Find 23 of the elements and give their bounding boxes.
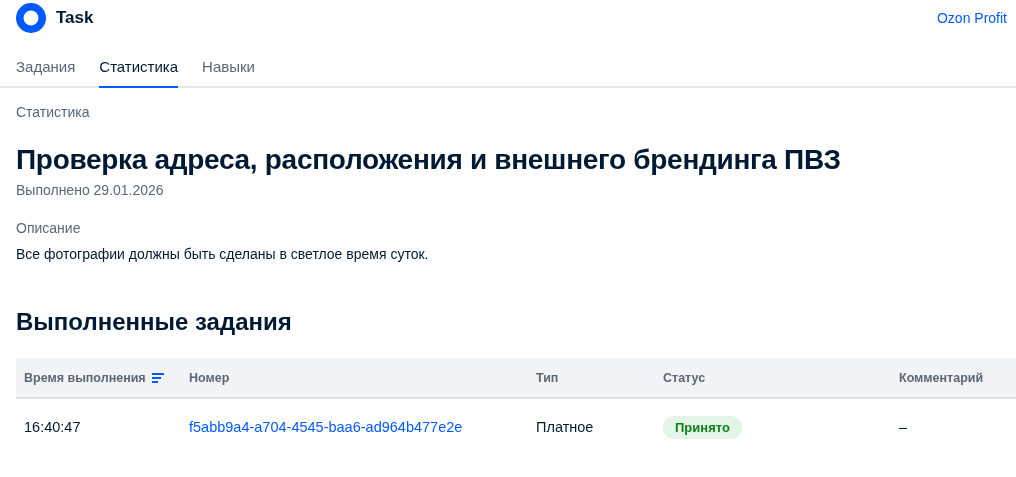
breadcrumb: Статистика (16, 104, 91, 120)
column-header: Статус (663, 370, 706, 385)
comment-cell: – (899, 419, 908, 435)
column-header: Номер (189, 370, 230, 385)
section-title: Выполненные задания (16, 308, 293, 336)
description-text: Все фотографии должны быть сделаны в светлое время суток. (16, 246, 430, 262)
logo-icon (16, 3, 46, 33)
nav-tab[interactable]: Задания (16, 48, 76, 88)
sort-icon[interactable] (151, 372, 164, 383)
nav-tab[interactable]: Навыки (202, 48, 255, 88)
column-header: Время выполнения (24, 370, 146, 385)
column-header: Тип (536, 370, 559, 385)
time-cell: 16:40:47 (24, 419, 81, 435)
profit-link[interactable]: Ozon Profit (936, 10, 1007, 26)
task-number-link[interactable]: f5abb9a4-a704-4545-baa6-ad964b477e2e (189, 419, 463, 435)
completed-date: Выполнено 29.01.2026 (16, 182, 165, 198)
app-title: Task (56, 8, 94, 28)
nav-tab[interactable]: Статистика (99, 48, 179, 88)
column-header: Комментарий (899, 370, 984, 385)
description-label: Описание (16, 220, 82, 236)
type-cell: Платное (536, 419, 594, 435)
status-badge: Принято (663, 415, 742, 439)
task-title: Проверка адреса, расположения и внешнего брендинга ПВЗ (16, 144, 842, 176)
